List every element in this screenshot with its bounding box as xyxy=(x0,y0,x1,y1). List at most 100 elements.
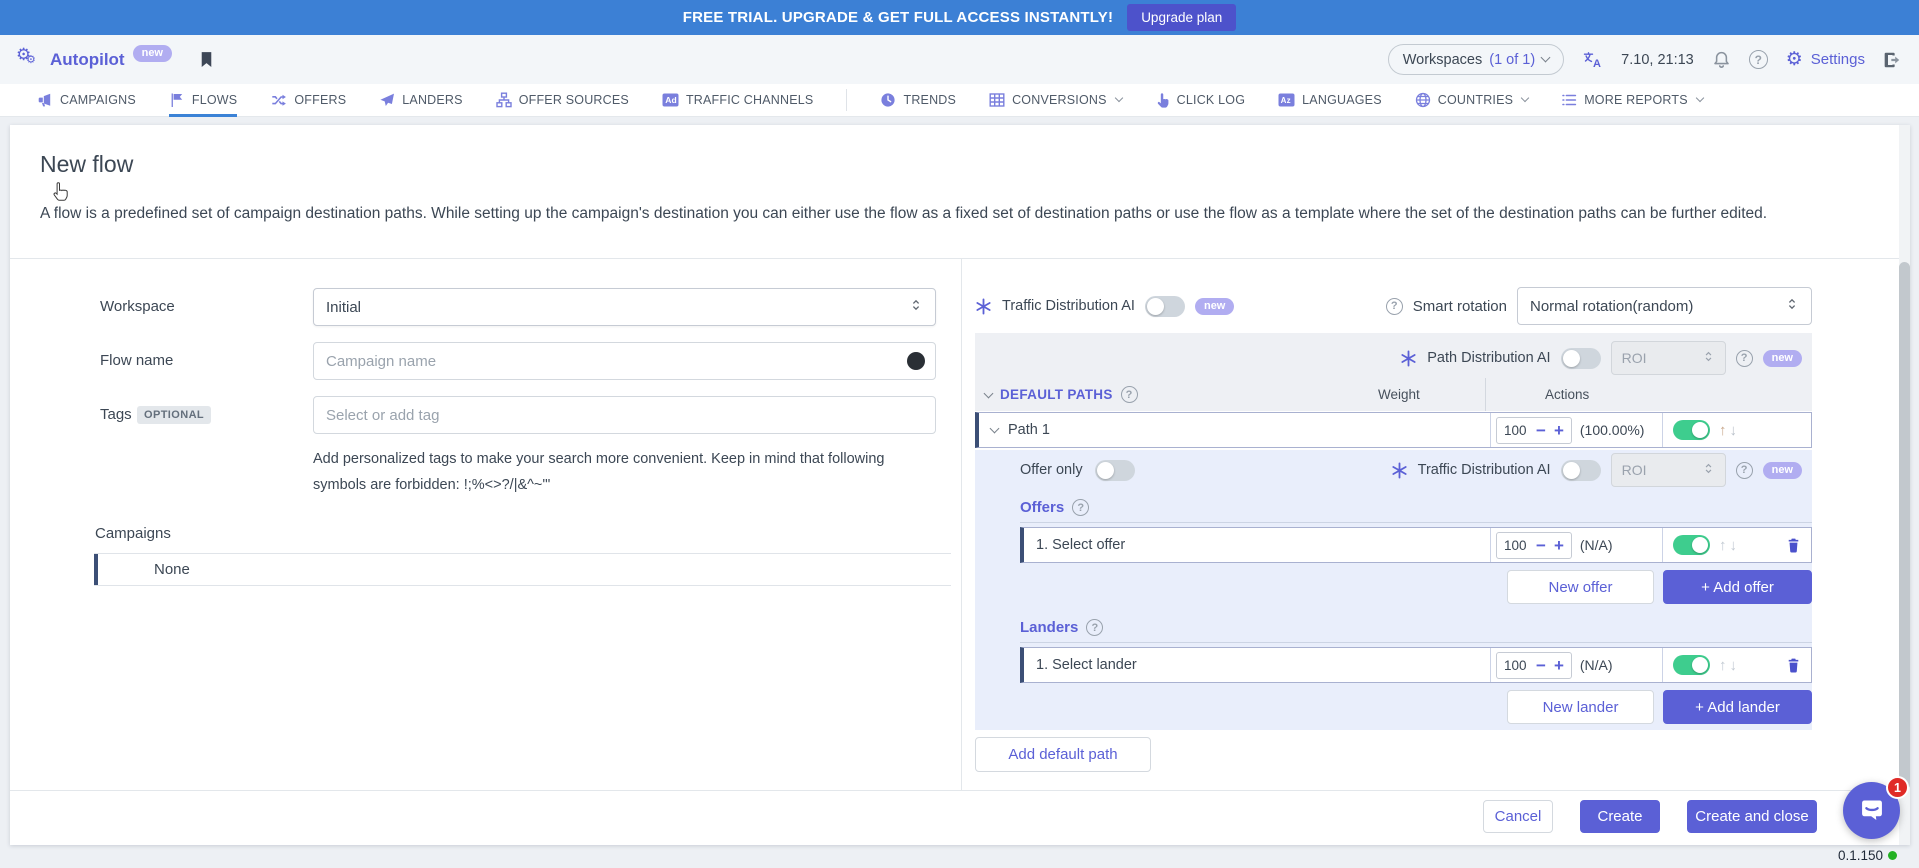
add-default-path-button[interactable]: Add default path xyxy=(975,737,1151,772)
delete-offer-icon[interactable] xyxy=(1786,537,1801,554)
notifications-bell-icon[interactable] xyxy=(1712,50,1731,70)
move-down-icon[interactable]: ↓ xyxy=(1730,657,1738,674)
create-button[interactable]: Create xyxy=(1580,800,1660,833)
select-arrows-icon xyxy=(1785,296,1799,316)
autopilot-logo[interactable]: ⚙ ⚙ Autopilot new xyxy=(16,48,172,72)
traffic-ai-toggle[interactable] xyxy=(1145,296,1185,317)
weight-value[interactable]: 100 xyxy=(1504,658,1528,673)
plus-icon[interactable]: + xyxy=(1554,657,1564,674)
nav-countries[interactable]: COUNTRIES xyxy=(1415,84,1528,117)
nav-campaigns[interactable]: CAMPAIGNS xyxy=(37,84,136,117)
bookmark-icon[interactable] xyxy=(198,49,215,70)
path-traffic-ai-metric-select[interactable]: ROI xyxy=(1611,453,1726,487)
workspace-row: Workspace Initial xyxy=(10,288,961,326)
table-icon xyxy=(989,92,1005,108)
chevron-down-icon xyxy=(990,423,1000,433)
ai-brain-icon xyxy=(1400,350,1417,367)
move-up-icon[interactable]: ↑ xyxy=(1719,657,1727,674)
chevron-down-icon xyxy=(1541,53,1551,63)
plus-icon[interactable]: + xyxy=(1554,537,1564,554)
add-offer-button[interactable]: + Add offer xyxy=(1663,570,1812,604)
settings-gear-icon[interactable]: ⚙ xyxy=(1786,50,1803,69)
nav-landers[interactable]: LANDERS xyxy=(379,84,462,117)
nav-click-log[interactable]: CLICK LOG xyxy=(1155,84,1246,117)
path-enabled-toggle[interactable] xyxy=(1673,420,1710,440)
traffic-ai-help-icon[interactable]: ? xyxy=(1736,462,1753,479)
offers-section-header: Offers ? xyxy=(1020,497,1812,523)
help-icon[interactable]: ? xyxy=(1749,50,1768,69)
language-icon: Az xyxy=(1278,92,1295,108)
nav-languages[interactable]: Az LANGUAGES xyxy=(1278,84,1382,117)
translate-icon[interactable]: A xyxy=(1582,50,1603,70)
new-lander-button[interactable]: New lander xyxy=(1507,690,1654,724)
offer-only-toggle[interactable] xyxy=(1095,460,1135,481)
plus-icon[interactable]: + xyxy=(1554,422,1564,439)
lander-actions-cell: ↑ ↓ xyxy=(1662,648,1811,682)
datetime-label: 7.10, 21:13 xyxy=(1621,52,1694,68)
nav-offer-sources[interactable]: OFFER SOURCES xyxy=(496,84,629,117)
traffic-distribution-ai-row: Traffic Distribution AI new ? Smart rota… xyxy=(975,286,1812,326)
megaphone-icon xyxy=(37,92,53,108)
offers-buttons-row: New offer + Add offer xyxy=(1507,570,1812,604)
delete-lander-icon[interactable] xyxy=(1786,657,1801,674)
nav-conversions[interactable]: CONVERSIONS xyxy=(989,84,1122,117)
path-ai-metric-select[interactable]: ROI xyxy=(1611,341,1726,375)
lander-enabled-toggle[interactable] xyxy=(1673,655,1710,675)
flow-name-input[interactable] xyxy=(313,342,936,380)
move-down-icon[interactable]: ↓ xyxy=(1730,422,1738,439)
smart-rotation-help-icon[interactable]: ? xyxy=(1386,298,1403,315)
divider xyxy=(10,258,1910,259)
add-lander-button[interactable]: + Add lander xyxy=(1663,690,1812,724)
weight-value[interactable]: 100 xyxy=(1504,538,1528,553)
path-traffic-ai-toggle[interactable] xyxy=(1561,460,1601,481)
lander-weight-cell: 100 − + (N/A) xyxy=(1490,648,1662,682)
nav-flows[interactable]: FLOWS xyxy=(169,84,237,117)
workspace-select[interactable]: Initial xyxy=(313,288,936,326)
new-offer-button[interactable]: New offer xyxy=(1507,570,1654,604)
ai-brain-icon xyxy=(1391,462,1408,479)
settings-link[interactable]: Settings xyxy=(1811,51,1865,68)
landers-help-icon[interactable]: ? xyxy=(1086,619,1103,636)
move-up-icon[interactable]: ↑ xyxy=(1719,537,1727,554)
weight-stepper: 100 − + xyxy=(1496,417,1572,444)
offer-enabled-toggle[interactable] xyxy=(1673,535,1710,555)
flow-color-picker[interactable] xyxy=(907,352,925,370)
default-paths-help-icon[interactable]: ? xyxy=(1121,386,1138,403)
footer-buttons: Cancel Create Create and close xyxy=(1483,800,1817,833)
upgrade-plan-button[interactable]: Upgrade plan xyxy=(1127,4,1236,31)
offer-select[interactable]: 1. Select offer xyxy=(1024,528,1490,562)
minus-icon[interactable]: − xyxy=(1536,537,1546,554)
lander-select[interactable]: 1. Select lander xyxy=(1024,648,1490,682)
version-number: 0.1.150 xyxy=(1838,848,1883,863)
scrollbar-thumb[interactable] xyxy=(1899,262,1910,790)
default-paths-header: DEFAULT PATHS ? Weight Actions xyxy=(975,378,1812,411)
weight-stepper: 100 − + xyxy=(1496,532,1572,559)
nav-trends[interactable]: TRENDS xyxy=(880,84,956,117)
lander-row: 1. Select lander 100 − + (N/A) ↑ ↓ xyxy=(1020,647,1812,683)
logout-icon[interactable] xyxy=(1883,51,1903,69)
campaigns-row: None xyxy=(94,553,951,586)
create-and-close-button[interactable]: Create and close xyxy=(1687,800,1817,833)
ad-icon: Ad xyxy=(662,92,679,108)
offers-help-icon[interactable]: ? xyxy=(1072,499,1089,516)
main-nav: CAMPAIGNS FLOWS OFFERS LANDERS OFFER SOU… xyxy=(0,84,1919,117)
nav-traffic-channels[interactable]: Ad TRAFFIC CHANNELS xyxy=(662,84,814,117)
nav-more-reports[interactable]: MORE REPORTS xyxy=(1561,84,1703,117)
move-up-icon[interactable]: ↑ xyxy=(1719,422,1727,439)
path-ai-help-icon[interactable]: ? xyxy=(1736,350,1753,367)
smart-rotation-select[interactable]: Normal rotation(random) xyxy=(1517,287,1812,325)
workspaces-selector[interactable]: Workspaces (1 of 1) xyxy=(1388,44,1564,75)
tags-input[interactable] xyxy=(313,396,936,434)
minus-icon[interactable]: − xyxy=(1536,657,1546,674)
path-name-cell[interactable]: Path 1 xyxy=(979,413,1490,447)
path-ai-toggle[interactable] xyxy=(1561,348,1601,369)
minus-icon[interactable]: − xyxy=(1536,422,1546,439)
weight-value[interactable]: 100 xyxy=(1504,423,1528,438)
path-actions-cell: ↑ ↓ xyxy=(1662,413,1811,447)
nav-offers[interactable]: OFFERS xyxy=(270,84,346,117)
default-paths-title[interactable]: DEFAULT PATHS ? xyxy=(985,386,1138,403)
paths-header-band: Path Distribution AI ROI ? new DEFAULT P… xyxy=(975,333,1812,411)
select-arrows-icon xyxy=(1702,349,1715,367)
cancel-button[interactable]: Cancel xyxy=(1483,800,1553,833)
move-down-icon[interactable]: ↓ xyxy=(1730,537,1738,554)
